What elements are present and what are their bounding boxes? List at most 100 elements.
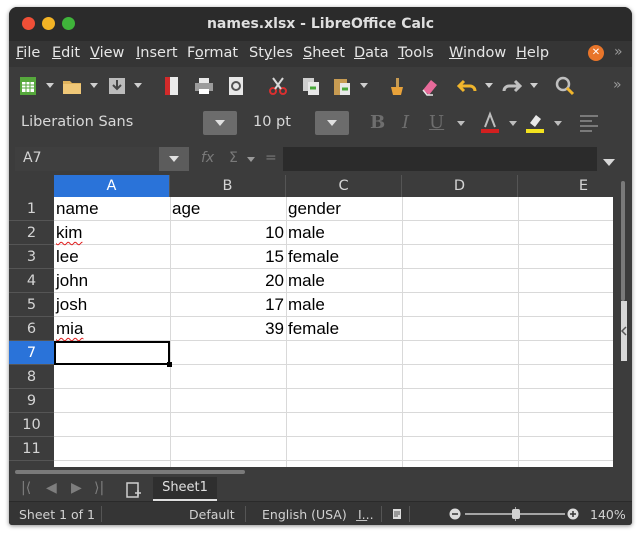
- italic-icon[interactable]: I: [402, 112, 409, 133]
- cell-c2[interactable]: male: [286, 221, 402, 245]
- menu-data[interactable]: Data: [354, 45, 389, 61]
- cell-b6[interactable]: 39: [170, 317, 286, 341]
- save-dropdown-icon[interactable]: [134, 83, 142, 88]
- redo-dropdown-icon[interactable]: [530, 83, 538, 88]
- row-header-9[interactable]: 9: [9, 389, 54, 413]
- column-header-b[interactable]: B: [170, 175, 286, 197]
- highlight-color-dropdown-icon[interactable]: [554, 121, 562, 126]
- row-header-6[interactable]: 6: [9, 317, 54, 341]
- menu-help[interactable]: Help: [516, 45, 549, 61]
- row-header-5[interactable]: 5: [9, 293, 54, 317]
- open-dropdown-icon[interactable]: [90, 83, 98, 88]
- column-header-d[interactable]: D: [402, 175, 518, 197]
- row-header-7[interactable]: 7: [9, 341, 54, 365]
- vertical-scrollbar-thumb[interactable]: [621, 181, 625, 301]
- font-name-dropdown-button[interactable]: [203, 111, 237, 135]
- row-header-3[interactable]: 3: [9, 245, 54, 269]
- menu-file[interactable]: File: [16, 45, 40, 61]
- highlight-color-icon[interactable]: [524, 111, 546, 133]
- zoom-in-icon[interactable]: [567, 508, 579, 520]
- sum-icon[interactable]: Σ: [229, 150, 238, 166]
- row-header-10[interactable]: 10: [9, 413, 54, 437]
- cell-c3[interactable]: female: [286, 245, 402, 269]
- paste-icon[interactable]: [331, 75, 353, 97]
- select-all-corner[interactable]: [9, 175, 54, 197]
- sum-dropdown-icon[interactable]: [247, 157, 255, 162]
- cell-a2[interactable]: kim: [54, 221, 170, 245]
- find-replace-icon[interactable]: [554, 75, 576, 97]
- print-icon[interactable]: [193, 75, 215, 97]
- cell-a4[interactable]: john: [54, 269, 170, 293]
- menu-tools[interactable]: Tools: [398, 45, 434, 61]
- row-header-2[interactable]: 2: [9, 221, 54, 245]
- autofill-handle[interactable]: [167, 362, 172, 367]
- menu-sheet[interactable]: Sheet: [303, 45, 345, 61]
- sheet-tab-sheet1[interactable]: Sheet1: [153, 477, 217, 501]
- new-spreadsheet-icon[interactable]: [17, 75, 39, 97]
- menu-window[interactable]: Window: [449, 45, 506, 61]
- clone-formatting-icon[interactable]: [386, 75, 408, 97]
- redo-icon[interactable]: [501, 75, 523, 97]
- page-style-status[interactable]: Default: [189, 507, 235, 522]
- save-icon[interactable]: [106, 75, 128, 97]
- cell-a1[interactable]: name: [54, 197, 170, 221]
- row-header-11[interactable]: 11: [9, 437, 54, 461]
- row-header-8[interactable]: 8: [9, 365, 54, 389]
- undo-dropdown-icon[interactable]: [485, 83, 493, 88]
- cell-c4[interactable]: male: [286, 269, 402, 293]
- menu-edit[interactable]: Edit: [52, 45, 80, 61]
- add-sheet-icon[interactable]: [125, 481, 143, 499]
- column-header-e[interactable]: E: [518, 175, 613, 197]
- zoom-level-status[interactable]: 140%: [590, 507, 626, 522]
- menu-styles[interactable]: Styles: [249, 45, 293, 61]
- underline-icon[interactable]: U: [429, 112, 444, 133]
- cell-b4[interactable]: 20: [170, 269, 286, 293]
- zoom-slider-thumb[interactable]: [512, 509, 520, 519]
- name-box[interactable]: A7: [15, 147, 159, 171]
- formula-input[interactable]: [283, 147, 597, 171]
- new-dropdown-icon[interactable]: [46, 83, 54, 88]
- cell-c5[interactable]: male: [286, 293, 402, 317]
- cell-area[interactable]: name age gender kim 10 male lee 15 femal…: [54, 197, 613, 467]
- menu-view[interactable]: View: [90, 45, 124, 61]
- font-color-dropdown-icon[interactable]: [509, 121, 517, 126]
- cut-icon[interactable]: [267, 75, 289, 97]
- cell-a6[interactable]: mia: [54, 317, 170, 341]
- first-sheet-icon[interactable]: |⟨: [21, 480, 31, 496]
- bold-icon[interactable]: B: [370, 112, 385, 133]
- cell-b3[interactable]: 15: [170, 245, 286, 269]
- vertical-scrollbar[interactable]: [613, 175, 632, 469]
- cell-a3[interactable]: lee: [54, 245, 170, 269]
- close-document-icon[interactable]: ✕: [588, 45, 604, 61]
- active-cell-cursor[interactable]: [54, 341, 170, 365]
- align-left-icon[interactable]: [578, 112, 600, 134]
- underline-dropdown-icon[interactable]: [457, 121, 465, 126]
- formula-equals-icon[interactable]: =: [265, 150, 277, 166]
- paste-dropdown-icon[interactable]: [360, 83, 368, 88]
- text-cursor-icon[interactable]: I͟...: [358, 507, 374, 522]
- zoom-out-icon[interactable]: [449, 508, 461, 520]
- cell-b2[interactable]: 10: [170, 221, 286, 245]
- undo-icon[interactable]: [456, 75, 478, 97]
- last-sheet-icon[interactable]: ⟩|: [94, 480, 104, 496]
- language-status[interactable]: English (USA): [262, 507, 347, 522]
- next-sheet-icon[interactable]: ▶: [71, 480, 82, 496]
- cell-b5[interactable]: 17: [170, 293, 286, 317]
- row-header-1[interactable]: 1: [9, 197, 54, 221]
- cell-b1[interactable]: age: [170, 197, 286, 221]
- menu-format[interactable]: Format: [187, 45, 238, 61]
- previous-sheet-icon[interactable]: ◀: [46, 480, 57, 496]
- horizontal-scrollbar-thumb[interactable]: [15, 470, 245, 474]
- open-folder-icon[interactable]: [61, 75, 83, 97]
- column-header-a[interactable]: A: [54, 175, 170, 197]
- document-modified-icon[interactable]: [392, 508, 402, 520]
- toolbar-overflow-chevron-icon[interactable]: »: [613, 77, 622, 93]
- cell-c6[interactable]: female: [286, 317, 402, 341]
- export-pdf-icon[interactable]: [160, 75, 182, 97]
- font-color-icon[interactable]: [479, 111, 501, 133]
- font-size-combobox[interactable]: 10 pt: [245, 110, 315, 136]
- clear-formatting-icon[interactable]: [419, 75, 441, 97]
- row-header-4[interactable]: 4: [9, 269, 54, 293]
- menu-overflow-chevron-icon[interactable]: »: [614, 44, 623, 60]
- font-size-dropdown-button[interactable]: [315, 111, 349, 135]
